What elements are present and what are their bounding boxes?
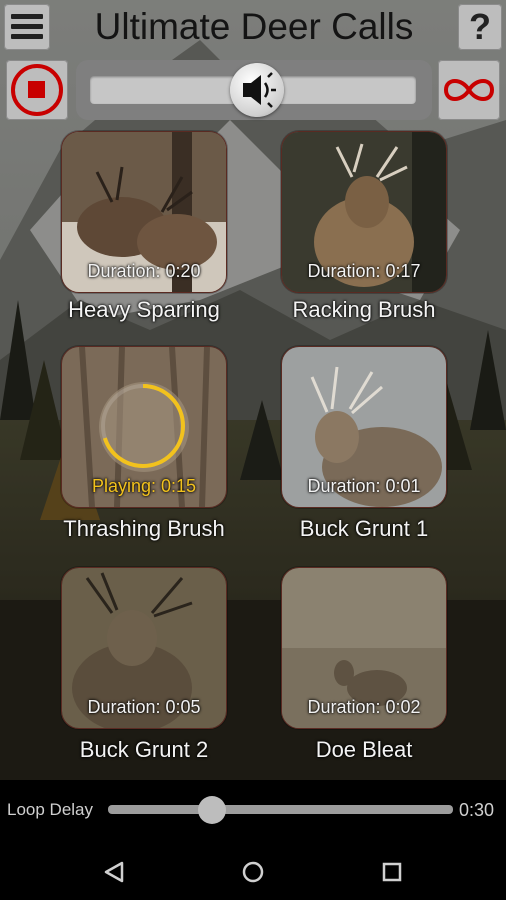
sound-duration: Duration: 0:05: [87, 697, 201, 717]
volume-slider-track[interactable]: [90, 63, 416, 117]
playback-progress-ring: [101, 384, 185, 468]
sound-duration: Duration: 0:02: [307, 697, 421, 717]
sound-duration: Duration: 0:17: [307, 261, 421, 281]
sound-tile-heavy-sparring[interactable]: Duration: 0:20 Heavy Sparring: [61, 131, 227, 322]
sound-name: Thrashing Brush: [63, 516, 225, 541]
sound-name: Racking Brush: [292, 297, 436, 322]
speaker-icon: [243, 72, 276, 108]
sound-duration: Duration: 0:20: [87, 261, 201, 281]
sound-tile-racking-brush[interactable]: Duration: 0:17 Racking Brush: [281, 131, 447, 322]
sound-tile-doe-bleat[interactable]: Duration: 0:02 Doe Bleat: [281, 567, 447, 762]
loop-delay-slider-thumb[interactable]: [198, 796, 226, 824]
stop-button[interactable]: [6, 60, 68, 120]
volume-control: [76, 60, 432, 120]
loop-delay-bar: Loop Delay 0:30: [0, 780, 506, 840]
sound-name: Heavy Sparring: [68, 297, 220, 322]
sound-tile-buck-grunt-2[interactable]: Duration: 0:05 Buck Grunt 2: [61, 567, 227, 762]
help-button[interactable]: ?: [458, 4, 502, 50]
sound-tile-buck-grunt-1[interactable]: Duration: 0:01 Buck Grunt 1: [281, 346, 447, 541]
loop-button[interactable]: [438, 60, 500, 120]
sound-tile-thrashing-brush[interactable]: Playing: 0:15 Thrashing Brush: [61, 346, 227, 541]
loop-delay-label: Loop Delay: [7, 800, 94, 819]
infinity-loop-icon: [443, 79, 495, 101]
sound-name: Buck Grunt 1: [299, 516, 429, 541]
volume-slider-knob[interactable]: [230, 63, 284, 117]
loop-delay-slider-track[interactable]: [108, 805, 453, 814]
app-title: Ultimate Deer Calls: [94, 6, 414, 47]
home-circle-icon[interactable]: [239, 858, 267, 886]
sound-name: Buck Grunt 2: [79, 737, 209, 762]
menu-button[interactable]: [4, 4, 50, 50]
system-navigation-bar: [0, 840, 506, 900]
playback-status: Playing: 0:15: [91, 476, 197, 496]
back-triangle-icon[interactable]: [100, 858, 128, 886]
sound-duration: Duration: 0:01: [307, 476, 421, 496]
recents-square-icon[interactable]: [378, 858, 406, 886]
sound-name: Doe Bleat: [315, 737, 413, 762]
loop-delay-value: 0:30: [459, 800, 495, 820]
